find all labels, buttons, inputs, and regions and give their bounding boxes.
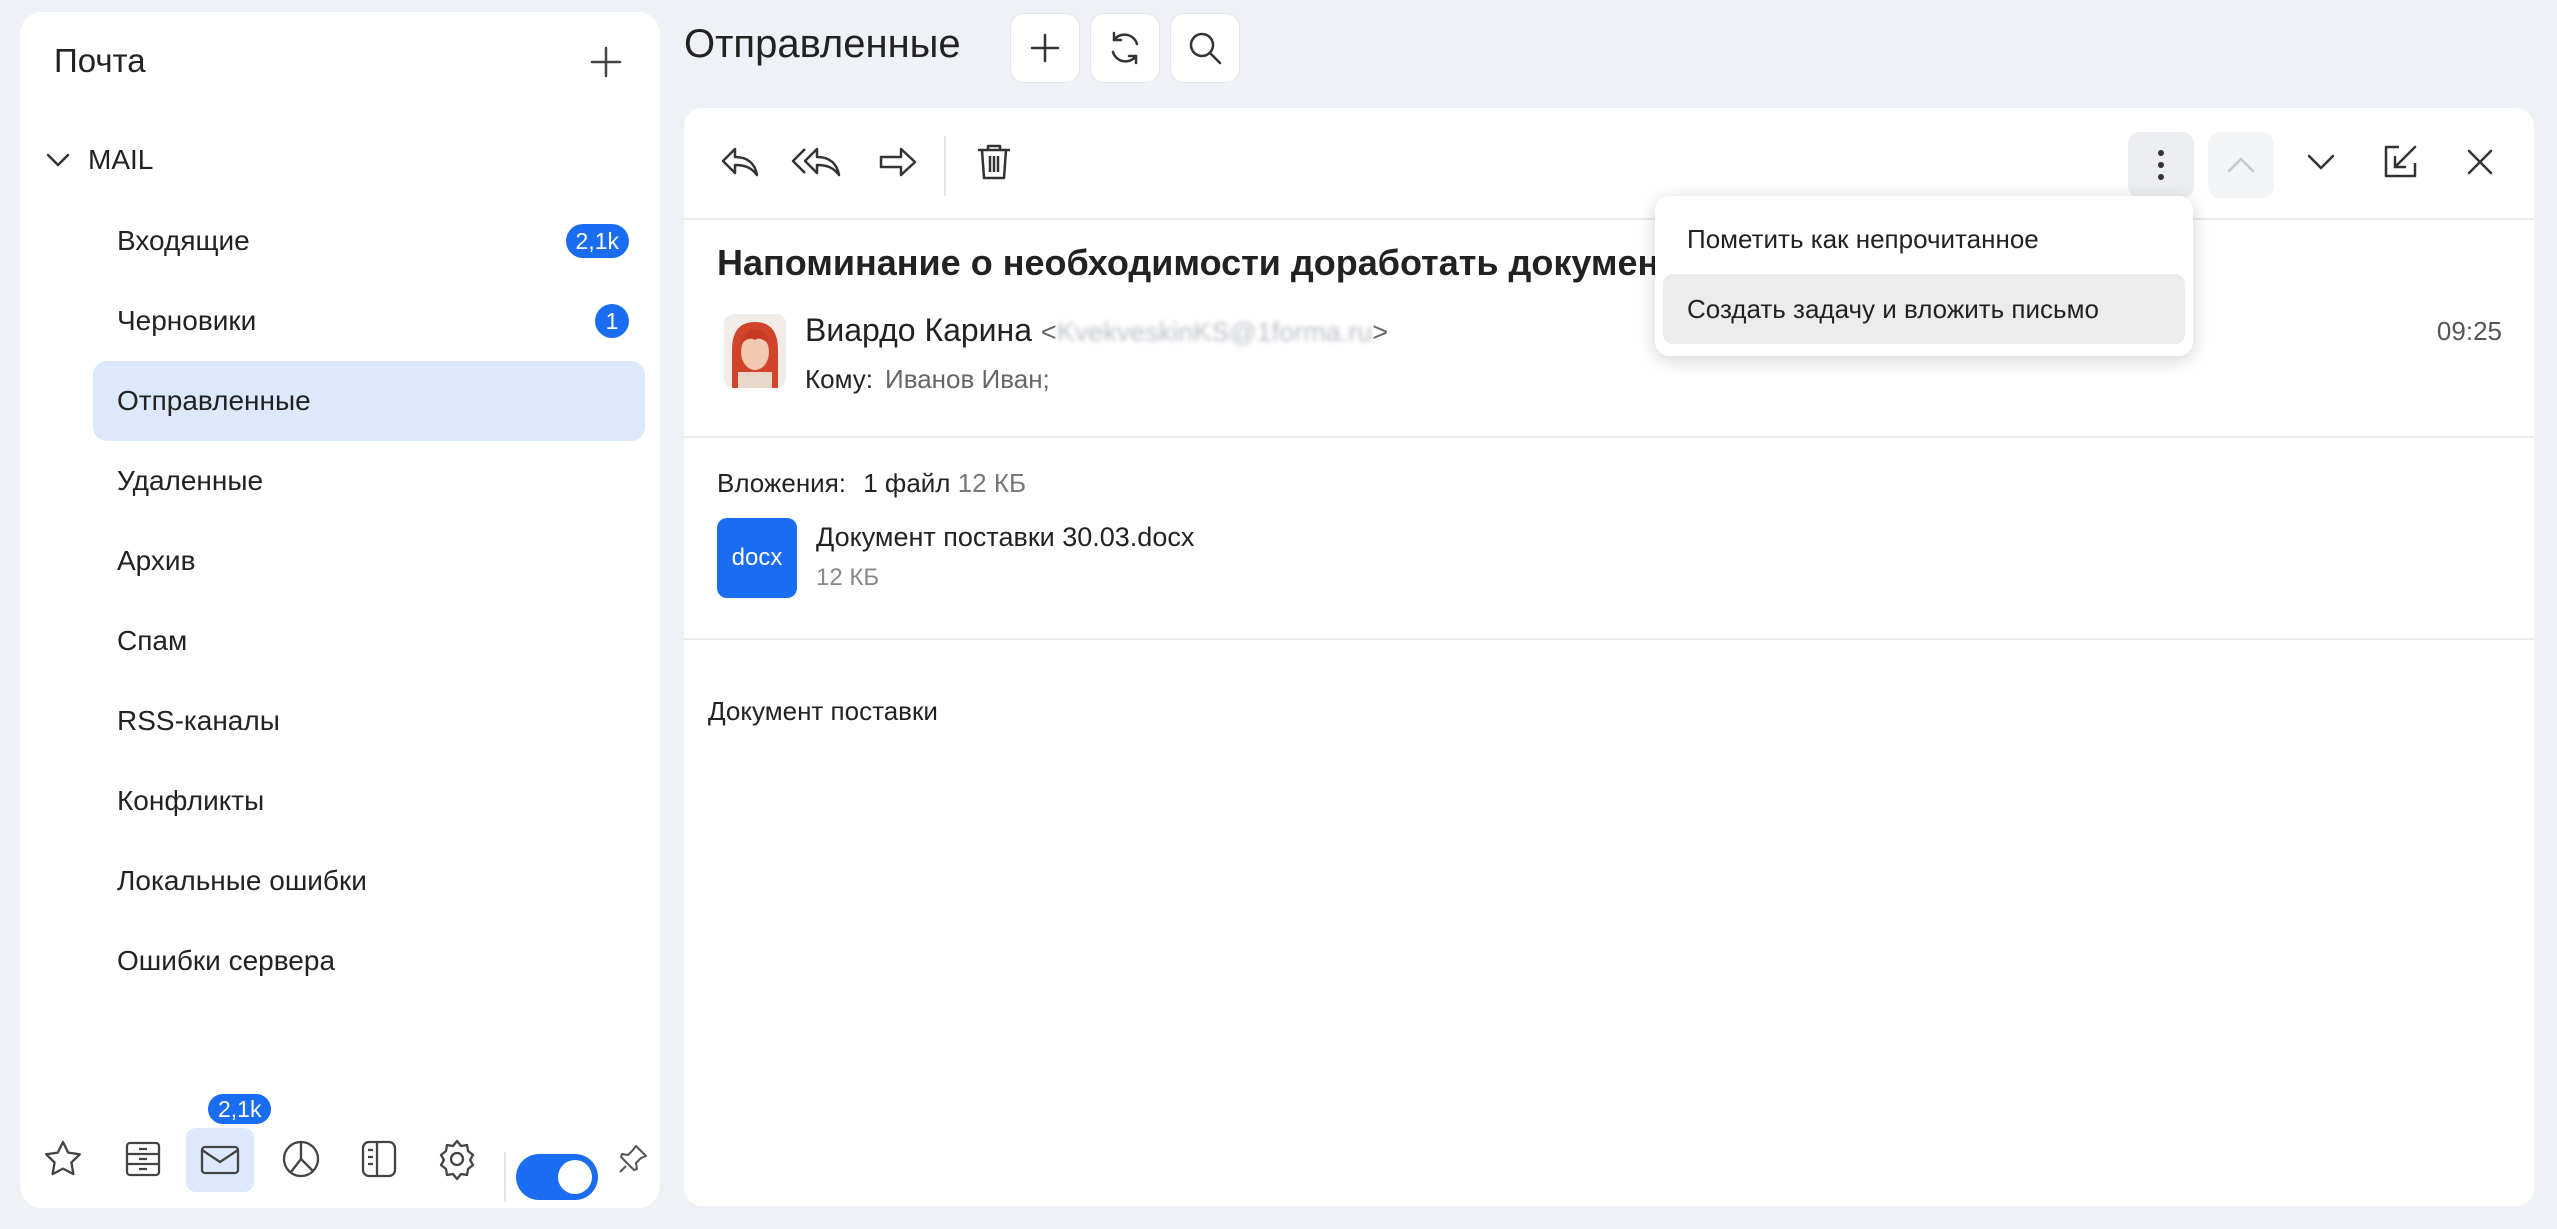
settings-button[interactable] — [432, 1134, 482, 1184]
sidebar: Почта MAIL Входящие 2,1k Черновики 1 Отп… — [20, 12, 660, 1208]
reply-button[interactable] — [712, 134, 768, 190]
docx-file-icon[interactable]: docx — [717, 518, 797, 598]
chevron-down-icon — [46, 153, 70, 167]
favorites-button[interactable] — [38, 1134, 88, 1184]
folder-label: Входящие — [117, 225, 250, 256]
folder-label: Конфликты — [117, 785, 265, 816]
external-edit-icon — [2384, 145, 2417, 178]
folder-label: Спам — [117, 625, 188, 656]
menu-item-mark-unread[interactable]: Пометить как непрочитанное — [1663, 204, 2185, 274]
gear-icon — [439, 1139, 475, 1181]
folder-archive[interactable]: Архив — [93, 521, 645, 601]
folder-label: Отправленные — [117, 385, 311, 416]
sender-avatar — [724, 314, 786, 388]
more-options-menu: Пометить как непрочитанное Создать задач… — [1655, 196, 2193, 356]
refresh-icon — [1111, 31, 1139, 65]
reply-icon — [721, 147, 759, 177]
delete-button[interactable] — [966, 134, 1022, 190]
attachment-size: 12 КБ — [816, 564, 880, 591]
star-icon — [45, 1140, 81, 1176]
attachments-total-size: 12 КБ — [957, 468, 1027, 498]
folder-conflicts[interactable]: Конфликты — [93, 761, 645, 841]
to-value[interactable]: Иванов Иван; — [885, 364, 1050, 394]
forward-icon — [879, 147, 917, 177]
folder-drafts[interactable]: Черновики 1 — [93, 281, 645, 361]
search-icon — [1189, 32, 1222, 65]
unread-badge: 2,1k — [565, 224, 629, 258]
pin-button[interactable] — [608, 1134, 658, 1184]
knowledge-button[interactable] — [354, 1134, 404, 1184]
trash-icon — [978, 144, 1010, 180]
mail-button[interactable] — [186, 1128, 254, 1192]
mail-count-badge: 2,1k — [206, 1092, 274, 1126]
folder-label: Черновики — [117, 305, 257, 336]
attachments-header: Вложения: 1 файл 12 КБ — [717, 468, 1026, 499]
folder-sent[interactable]: Отправленные — [93, 361, 645, 441]
sidebar-title: Почта — [54, 42, 146, 79]
folder-inbox[interactable]: Входящие 2,1k — [93, 201, 645, 281]
reports-button[interactable] — [276, 1134, 326, 1184]
attachment-name[interactable]: Документ поставки 30.03.docx — [816, 522, 1194, 553]
attachments-label: Вложения: — [717, 468, 847, 498]
sender-name: Виардо Карина — [805, 312, 1033, 348]
chevron-down-icon — [2307, 154, 2335, 170]
previous-message-button[interactable] — [2208, 132, 2274, 198]
folder-label: Ошибки сервера — [117, 945, 336, 976]
next-message-button[interactable] — [2293, 134, 2349, 190]
message-subject: Напоминание о необходимости доработать д… — [717, 242, 1677, 283]
add-folder-button[interactable] — [586, 42, 626, 82]
message-time: 09:25 — [2436, 316, 2502, 346]
folder-local-errors[interactable]: Локальные ошибки — [93, 841, 645, 921]
search-button[interactable] — [1170, 13, 1240, 83]
close-button[interactable] — [2452, 134, 2508, 190]
close-icon — [2467, 149, 2493, 175]
account-mail[interactable]: MAIL — [42, 130, 153, 190]
more-options-button[interactable] — [2128, 132, 2194, 198]
toggle-switch[interactable] — [516, 1154, 598, 1200]
folder-label: Удаленные — [117, 465, 264, 496]
folder-deleted[interactable]: Удаленные — [93, 441, 645, 521]
refresh-button[interactable] — [1090, 13, 1160, 83]
attachments-count: 1 файл — [863, 468, 951, 498]
divider — [504, 1152, 506, 1202]
new-message-button[interactable] — [1010, 13, 1080, 83]
page-title: Отправленные — [684, 22, 961, 66]
to-label: Кому: — [805, 364, 873, 394]
folder-rss[interactable]: RSS-каналы — [93, 681, 645, 761]
divider — [684, 638, 2534, 640]
divider — [684, 436, 2534, 438]
message-panel: Напоминание о необходимости доработать д… — [684, 108, 2534, 1206]
open-in-window-button[interactable] — [2372, 134, 2428, 190]
pin-icon — [619, 1145, 647, 1173]
folder-spam[interactable]: Спам — [93, 601, 645, 681]
reply-all-button[interactable] — [790, 134, 846, 190]
unread-badge: 1 — [595, 304, 629, 338]
more-vertical-icon — [2158, 150, 2164, 180]
archive-button[interactable] — [118, 1134, 168, 1184]
sender-email-wrap: <KvekveskinKS@1forma.ru> — [1040, 317, 1388, 347]
mail-icon — [200, 1145, 240, 1175]
sidebar-bottom-bar: 2,1k — [20, 1092, 660, 1202]
sender-line: Виардо Карина <KvekveskinKS@1forma.ru> — [805, 312, 1388, 349]
folder-label: RSS-каналы — [117, 705, 280, 736]
recipients-row: Кому: Иванов Иван; — [805, 364, 1050, 395]
book-icon — [361, 1140, 397, 1178]
folder-server-errors[interactable]: Ошибки сервера — [93, 921, 645, 1001]
message-body: Документ поставки — [708, 696, 938, 726]
plus-icon — [590, 46, 622, 78]
sender-email: KvekveskinKS@1forma.ru — [1056, 317, 1373, 347]
forward-button[interactable] — [870, 134, 926, 190]
account-label: MAIL — [88, 144, 154, 175]
chart-icon — [282, 1140, 320, 1178]
menu-item-create-task[interactable]: Создать задачу и вложить письмо — [1663, 274, 2185, 344]
folder-label: Архив — [117, 545, 196, 576]
reply-all-icon — [791, 147, 841, 177]
toolbar-divider — [944, 136, 946, 196]
chevron-up-icon — [2227, 157, 2255, 173]
plus-icon — [1030, 33, 1060, 63]
archive-icon — [125, 1141, 161, 1177]
folder-label: Локальные ошибки — [117, 865, 367, 896]
divider — [684, 218, 2534, 220]
